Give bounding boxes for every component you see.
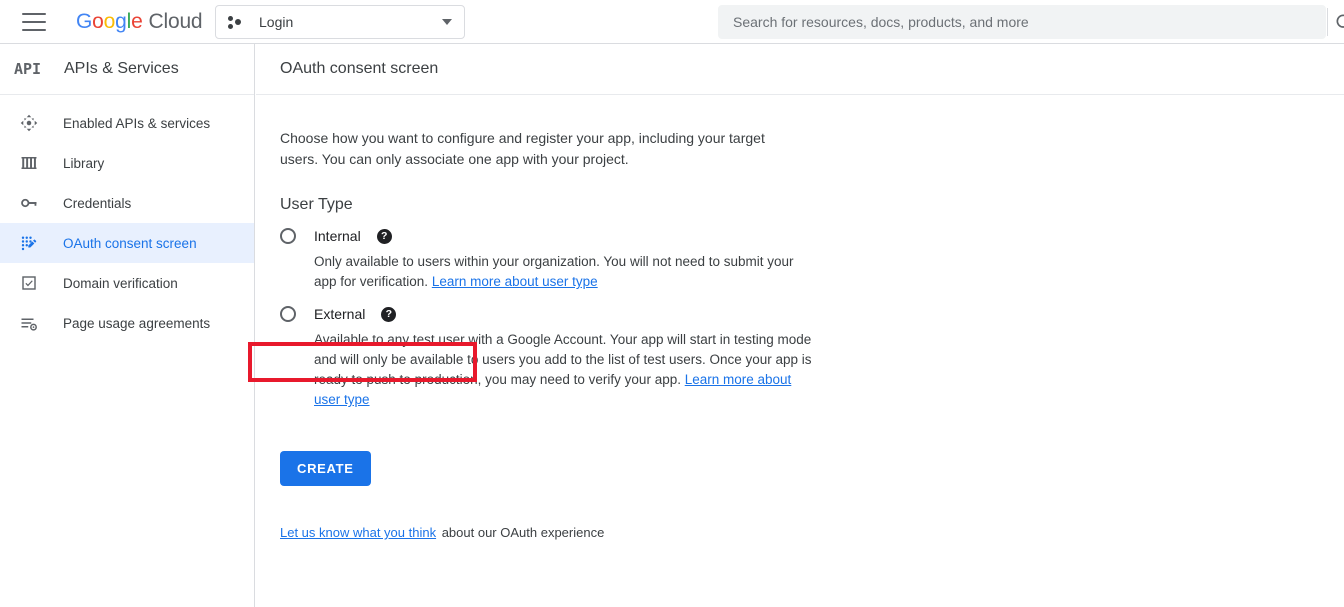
feedback-note: Let us know what you think about our OAu… [280, 525, 1320, 540]
sidebar-item-label: OAuth consent screen [63, 235, 197, 251]
help-icon[interactable]: ? [376, 228, 392, 244]
user-type-heading: User Type [280, 196, 353, 213]
feedback-note-text: about our OAuth experience [438, 525, 605, 540]
checkbox-icon [18, 272, 40, 294]
global-search[interactable] [718, 5, 1326, 39]
page-header: OAuth consent screen [256, 44, 1344, 95]
sidebar-item-label: Library [63, 155, 105, 171]
sidebar: API APIs & Services Enabled APIs & servi… [0, 44, 255, 607]
sidebar-item-label: Page usage agreements [63, 315, 211, 331]
internal-learn-more-link[interactable]: Learn more about user type [432, 274, 598, 289]
sidebar-item-enabled-apis[interactable]: Enabled APIs & services [0, 103, 254, 143]
radio-external-input[interactable] [280, 306, 296, 322]
sidebar-item-label: Enabled APIs & services [63, 115, 211, 131]
feedback-link[interactable]: Let us know what you think [280, 525, 436, 540]
google-cloud-logo[interactable]: Google Cloud [76, 9, 203, 34]
radio-internal-label: Internal [314, 228, 361, 244]
search-icon[interactable] [1334, 12, 1344, 32]
top-app-bar: Google Cloud Login [0, 0, 1344, 44]
hamburger-menu-icon[interactable] [22, 12, 46, 31]
logo-letter-g2: g [115, 9, 127, 33]
sidebar-item-oauth-consent-screen[interactable]: OAuth consent screen [0, 223, 254, 263]
sidebar-title: APIs & Services [64, 60, 179, 77]
logo-letter-g: G [76, 9, 93, 33]
external-description: Available to any test user with a Google… [314, 330, 814, 410]
key-icon [18, 192, 40, 214]
project-selector[interactable]: Login [215, 5, 465, 39]
hamburger-line [22, 20, 46, 23]
page-body: Choose how you want to configure and reg… [248, 95, 1344, 540]
sidebar-header: API APIs & Services [0, 44, 254, 95]
radio-internal-input[interactable] [280, 228, 296, 244]
sidebar-item-credentials[interactable]: Credentials [0, 183, 254, 223]
page-title: OAuth consent screen [280, 60, 439, 77]
library-columns-icon [18, 152, 40, 174]
logo-cloud-text: Cloud [148, 9, 203, 33]
chevron-down-icon [442, 19, 452, 25]
search-input[interactable] [733, 14, 1311, 30]
logo-letter-o2: o [103, 9, 116, 33]
sidebar-item-library[interactable]: Library [0, 143, 254, 183]
radio-option-internal[interactable]: Internal ? [280, 228, 392, 244]
main-content: OAuth consent screen Choose how you want… [248, 44, 1344, 607]
project-name: Login [259, 14, 294, 30]
sidebar-nav: Enabled APIs & services Library Credenti… [0, 95, 254, 343]
toolbar-divider [1327, 8, 1328, 36]
list-gear-icon [18, 312, 40, 334]
create-button[interactable]: CREATE [280, 451, 371, 486]
sidebar-item-page-usage-agreements[interactable]: Page usage agreements [0, 303, 254, 343]
radio-option-external[interactable]: External ? [280, 306, 397, 322]
hamburger-line [22, 12, 46, 15]
api-logo: API [14, 59, 42, 78]
sidebar-item-domain-verification[interactable]: Domain verification [0, 263, 254, 303]
help-icon[interactable]: ? [381, 306, 397, 322]
logo-letter-e: e [131, 9, 143, 33]
hamburger-line [22, 28, 46, 31]
sidebar-item-label: Domain verification [63, 275, 178, 291]
logo-letter-o1: o [92, 9, 104, 33]
dashboard-arrows-icon [18, 112, 40, 134]
project-dots-icon [228, 13, 246, 31]
oauth-consent-icon [18, 232, 40, 254]
intro-text: Choose how you want to configure and reg… [280, 130, 765, 167]
internal-description: Only available to users within your orga… [314, 252, 814, 292]
radio-external-label: External [314, 306, 366, 322]
sidebar-item-label: Credentials [63, 195, 132, 211]
